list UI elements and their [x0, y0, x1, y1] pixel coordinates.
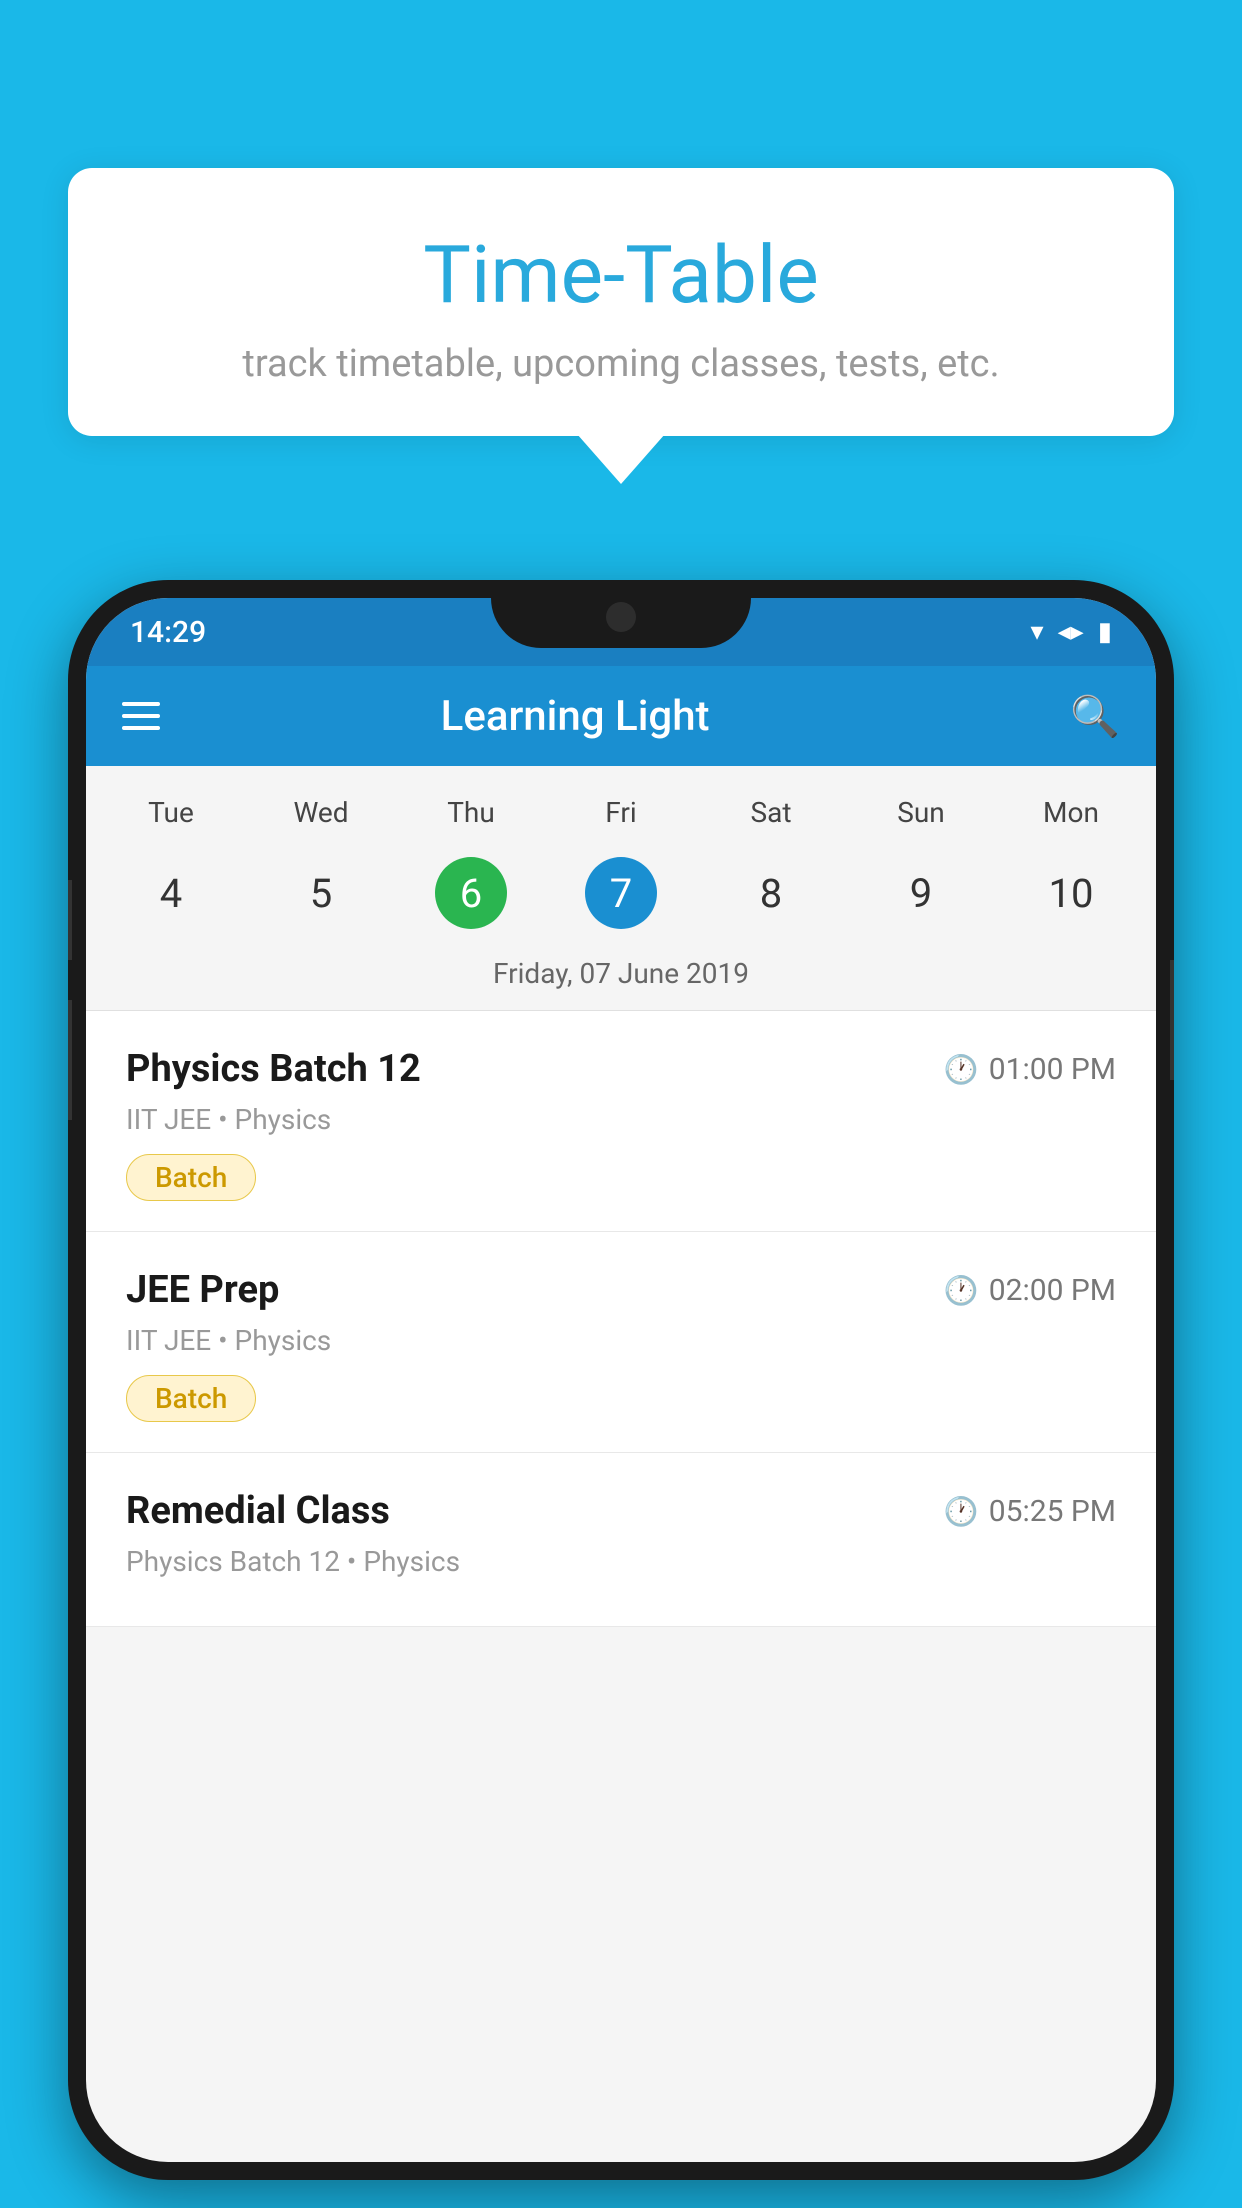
- day-9[interactable]: 9: [846, 847, 996, 939]
- calendar-strip: Tue Wed Thu Fri Sat Sun Mon 4 5 6 7 8 9 …: [86, 766, 1156, 1011]
- day-header-mon: Mon: [996, 786, 1146, 839]
- phone-notch: [491, 580, 751, 648]
- day-8[interactable]: 8: [696, 847, 846, 939]
- schedule-item-2[interactable]: JEE Prep 🕐 02:00 PM IIT JEE • Physics Ba…: [86, 1232, 1156, 1453]
- volume-up-button: [68, 880, 72, 960]
- phone-screen: 14:29 ▾ ◂▸ ▮ Learning Light 🔍 Tue Wed Th…: [86, 598, 1156, 2162]
- schedule-item-3[interactable]: Remedial Class 🕐 05:25 PM Physics Batch …: [86, 1453, 1156, 1627]
- status-icons: ▾ ◂▸ ▮: [1031, 617, 1112, 647]
- schedule-item-time-3: 🕐 05:25 PM: [944, 1494, 1116, 1529]
- day-header-sat: Sat: [696, 786, 846, 839]
- day-header-tue: Tue: [96, 786, 246, 839]
- volume-down-button: [68, 1000, 72, 1120]
- search-icon[interactable]: 🔍: [1070, 693, 1120, 740]
- schedule-item-name-3: Remedial Class: [126, 1489, 390, 1533]
- schedule-item-sub-3: Physics Batch 12 • Physics: [126, 1545, 1116, 1578]
- status-time: 14:29: [130, 615, 206, 650]
- schedule-item-time-2: 🕐 02:00 PM: [944, 1273, 1116, 1308]
- day-4[interactable]: 4: [96, 847, 246, 939]
- signal-icon: ◂▸: [1058, 617, 1084, 647]
- day-header-thu: Thu: [396, 786, 546, 839]
- clock-icon-2: 🕐: [944, 1274, 979, 1307]
- batch-tag-2: Batch: [126, 1375, 256, 1422]
- schedule-item-top-2: JEE Prep 🕐 02:00 PM: [126, 1268, 1116, 1312]
- phone-mockup: 14:29 ▾ ◂▸ ▮ Learning Light 🔍 Tue Wed Th…: [68, 580, 1174, 2180]
- app-title: Learning Light: [116, 692, 1034, 741]
- day-6-today[interactable]: 6: [396, 847, 546, 939]
- batch-tag-1: Batch: [126, 1154, 256, 1201]
- schedule-item-1[interactable]: Physics Batch 12 🕐 01:00 PM IIT JEE • Ph…: [86, 1011, 1156, 1232]
- schedule-item-sub-2: IIT JEE • Physics: [126, 1324, 1116, 1357]
- schedule-item-name-1: Physics Batch 12: [126, 1047, 421, 1091]
- clock-icon-3: 🕐: [944, 1495, 979, 1528]
- day-header-sun: Sun: [846, 786, 996, 839]
- tooltip-subtitle: track timetable, upcoming classes, tests…: [148, 342, 1094, 386]
- clock-icon-1: 🕐: [944, 1053, 979, 1086]
- day-10[interactable]: 10: [996, 847, 1146, 939]
- app-bar: Learning Light 🔍: [86, 666, 1156, 766]
- tooltip-card: Time-Table track timetable, upcoming cla…: [68, 168, 1174, 436]
- tooltip-title: Time-Table: [148, 228, 1094, 322]
- schedule-item-name-2: JEE Prep: [126, 1268, 279, 1312]
- selected-date-label: Friday, 07 June 2019: [86, 947, 1156, 1011]
- day-5[interactable]: 5: [246, 847, 396, 939]
- schedule-item-top-1: Physics Batch 12 🕐 01:00 PM: [126, 1047, 1116, 1091]
- schedule-item-top-3: Remedial Class 🕐 05:25 PM: [126, 1489, 1116, 1533]
- day-numbers: 4 5 6 7 8 9 10: [86, 839, 1156, 947]
- power-button: [1170, 960, 1174, 1080]
- day-header-fri: Fri: [546, 786, 696, 839]
- schedule-list: Physics Batch 12 🕐 01:00 PM IIT JEE • Ph…: [86, 1011, 1156, 1627]
- schedule-item-sub-1: IIT JEE • Physics: [126, 1103, 1116, 1136]
- battery-icon: ▮: [1098, 617, 1112, 647]
- schedule-item-time-1: 🕐 01:00 PM: [944, 1052, 1116, 1087]
- day-7-selected[interactable]: 7: [546, 847, 696, 939]
- day-headers: Tue Wed Thu Fri Sat Sun Mon: [86, 786, 1156, 839]
- wifi-icon: ▾: [1031, 617, 1044, 647]
- day-header-wed: Wed: [246, 786, 396, 839]
- phone-camera: [606, 602, 636, 632]
